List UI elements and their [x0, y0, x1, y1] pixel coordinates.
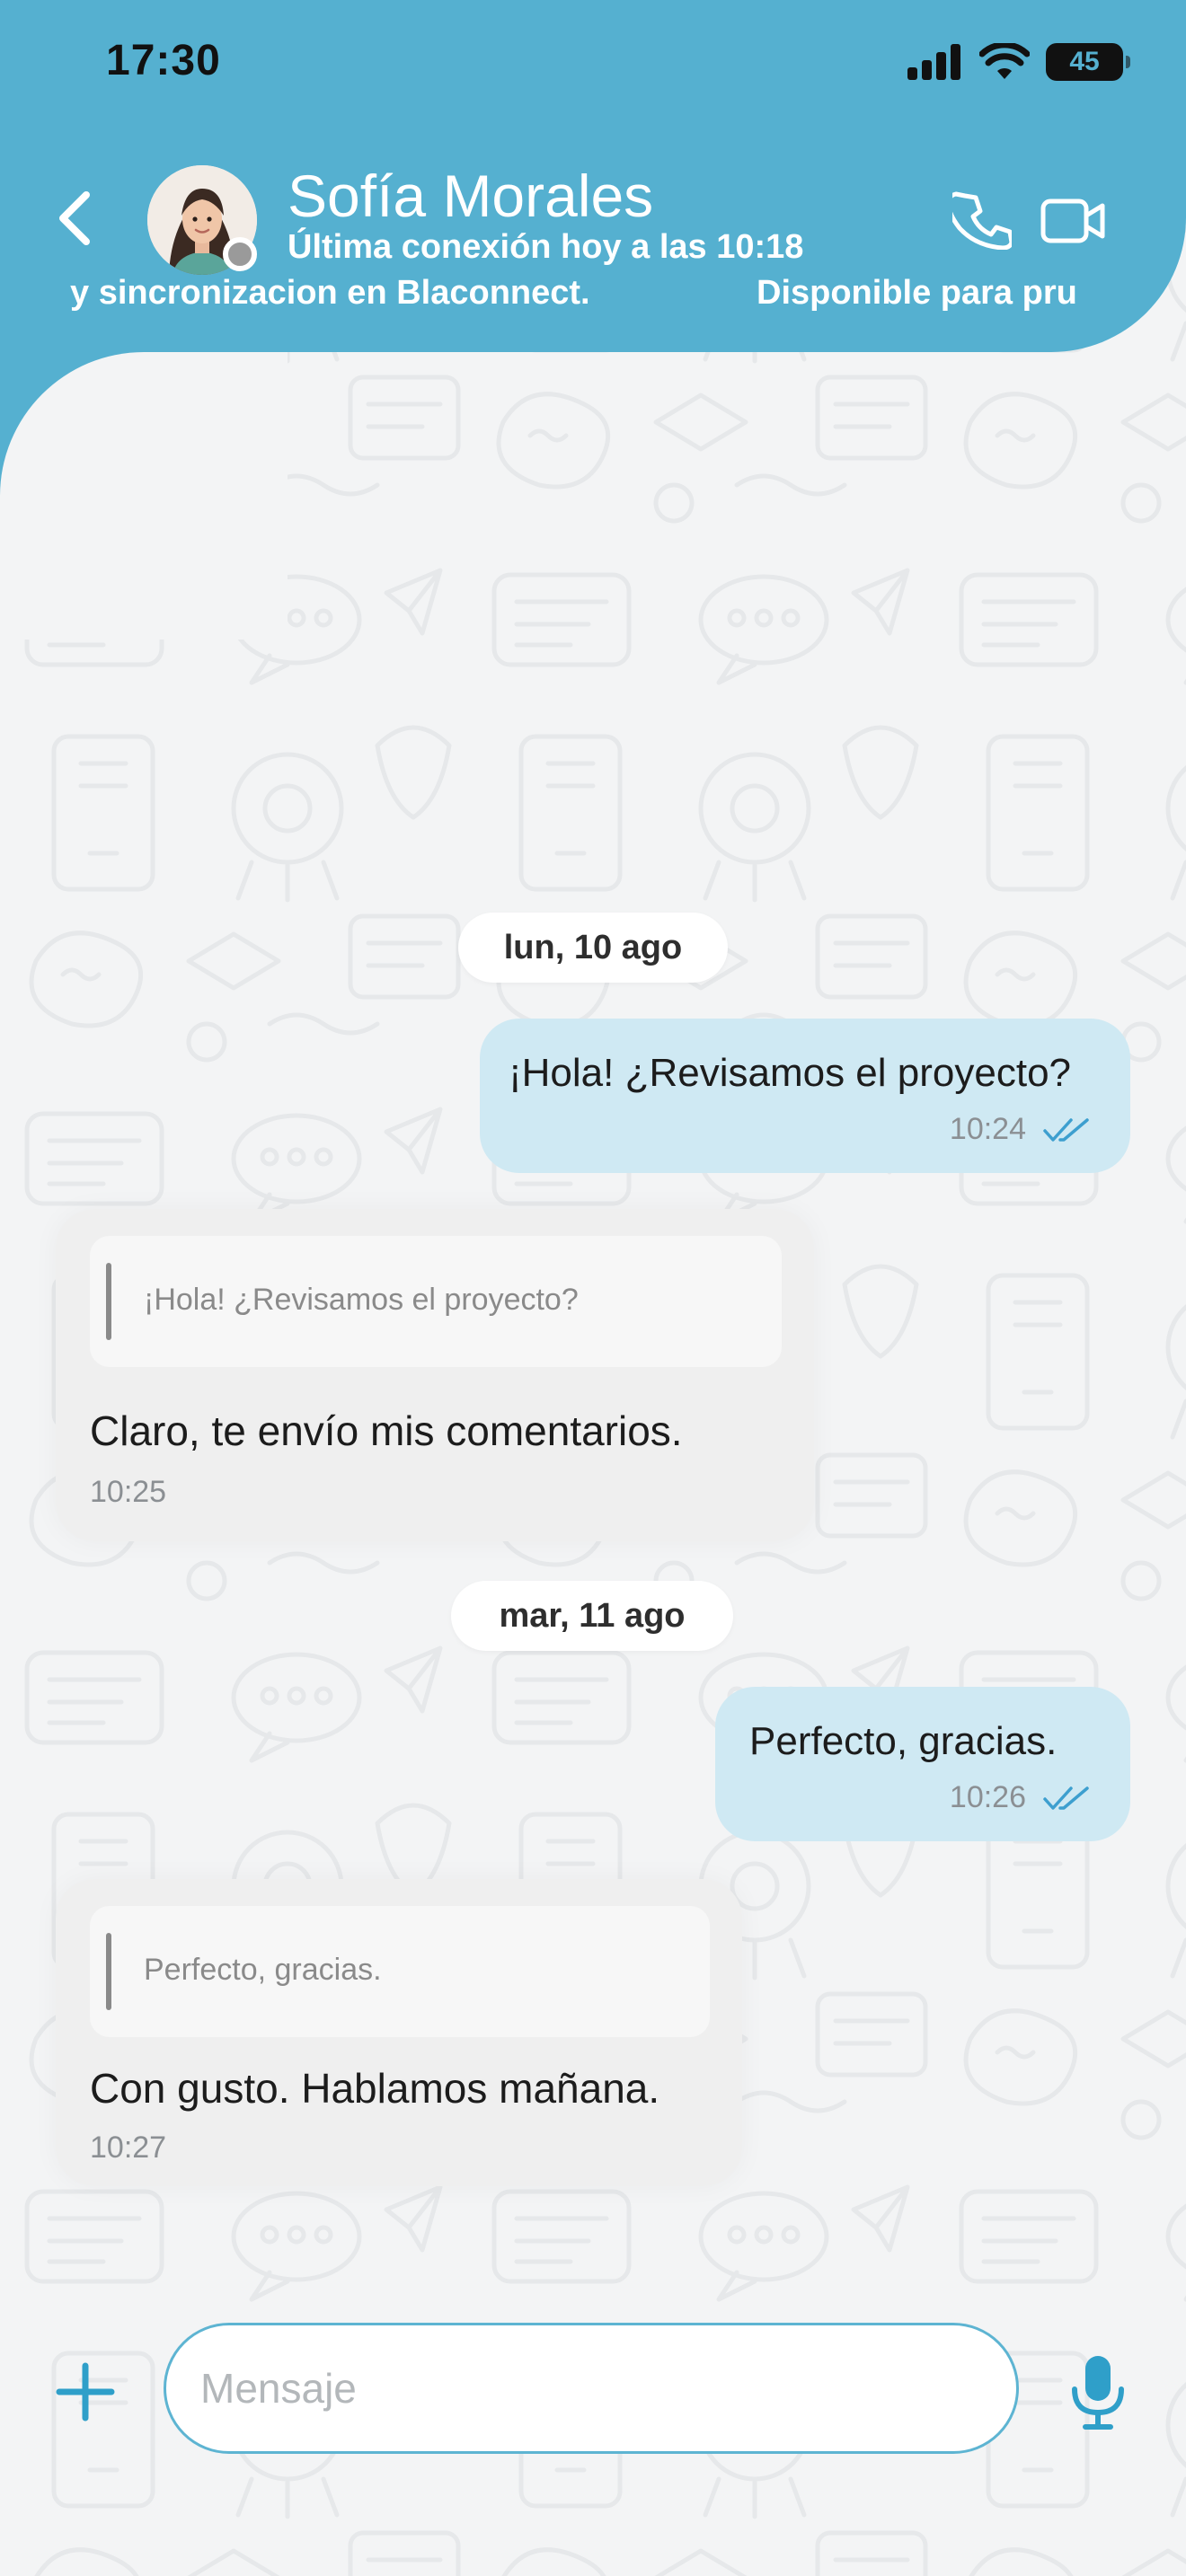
quoted-text: ¡Hola! ¿Revisamos el proyecto? — [144, 1283, 579, 1317]
attach-button[interactable] — [52, 2359, 119, 2425]
quote-bar — [106, 1933, 111, 2010]
quoted-reply[interactable]: ¡Hola! ¿Revisamos el proyecto? — [90, 1236, 782, 1367]
message-input[interactable] — [164, 2323, 1019, 2454]
incoming-message[interactable]: ¡Hola! ¿Revisamos el proyecto? Claro, te… — [56, 1209, 814, 1541]
quoted-text: Perfecto, gracias. — [144, 1953, 382, 1987]
outgoing-message[interactable]: Perfecto, gracias. 10:26 — [715, 1687, 1130, 1841]
double-check-icon — [1043, 1786, 1089, 1810]
quote-bar — [106, 1263, 111, 1340]
message-text: Perfecto, gracias. — [749, 1719, 1058, 1763]
chat-screen: 17:30 45 Sofía Morales Última conexión h… — [0, 0, 1186, 2576]
video-camera-icon — [1040, 198, 1105, 243]
voice-call-button[interactable] — [946, 190, 1014, 251]
outgoing-message[interactable]: ¡Hola! ¿Revisamos el proyecto? 10:24 — [480, 1019, 1130, 1173]
last-seen-status: Última conexión hoy a las 10:18 — [288, 228, 804, 266]
battery-icon: 45 — [1046, 43, 1130, 81]
date-separator: mar, 11 ago — [451, 1581, 733, 1651]
plus-icon — [56, 2362, 115, 2422]
voice-message-button[interactable] — [1067, 2353, 1128, 2430]
message-time: 10:26 — [949, 1780, 1026, 1814]
date-separator: lun, 10 ago — [458, 913, 728, 983]
microphone-icon — [1072, 2356, 1124, 2430]
message-time: 10:24 — [949, 1112, 1026, 1146]
marquee-segment-1: y sincronizacion en Blaconnect. — [70, 274, 590, 312]
presence-status-dot — [223, 237, 257, 271]
header-curve-mask — [0, 352, 288, 640]
quoted-reply[interactable]: Perfecto, gracias. — [90, 1906, 710, 2037]
status-marquee: y sincronizacion en Blaconnect. Disponib… — [0, 274, 1114, 319]
incoming-message[interactable]: Perfecto, gracias. Con gusto. Hablamos m… — [56, 1879, 742, 2186]
phone-icon — [946, 191, 1014, 251]
double-check-icon — [1043, 1117, 1089, 1142]
message-meta: 10:24 — [950, 1112, 1091, 1147]
message-text: Con gusto. Hablamos mañana. — [90, 2065, 660, 2112]
battery-level: 45 — [1069, 47, 1100, 76]
status-bar-time: 17:30 — [106, 37, 221, 84]
marquee-segment-2: Disponible para pru — [757, 274, 1077, 312]
message-text: ¡Hola! ¿Revisamos el proyecto? — [509, 1051, 1072, 1095]
status-bar-icons: 45 — [907, 43, 1130, 81]
message-time: 10:27 — [90, 2130, 167, 2165]
message-meta: 10:26 — [950, 1780, 1091, 1815]
video-call-button[interactable] — [1040, 196, 1107, 246]
back-arrow-icon — [59, 191, 90, 245]
back-button[interactable] — [47, 187, 101, 250]
message-text: Claro, te envío mis comentarios. — [90, 1407, 683, 1454]
message-time: 10:25 — [90, 1475, 167, 1509]
wifi-icon — [979, 43, 1030, 79]
signal-icon — [907, 44, 960, 80]
contact-name[interactable]: Sofía Morales — [288, 162, 653, 230]
